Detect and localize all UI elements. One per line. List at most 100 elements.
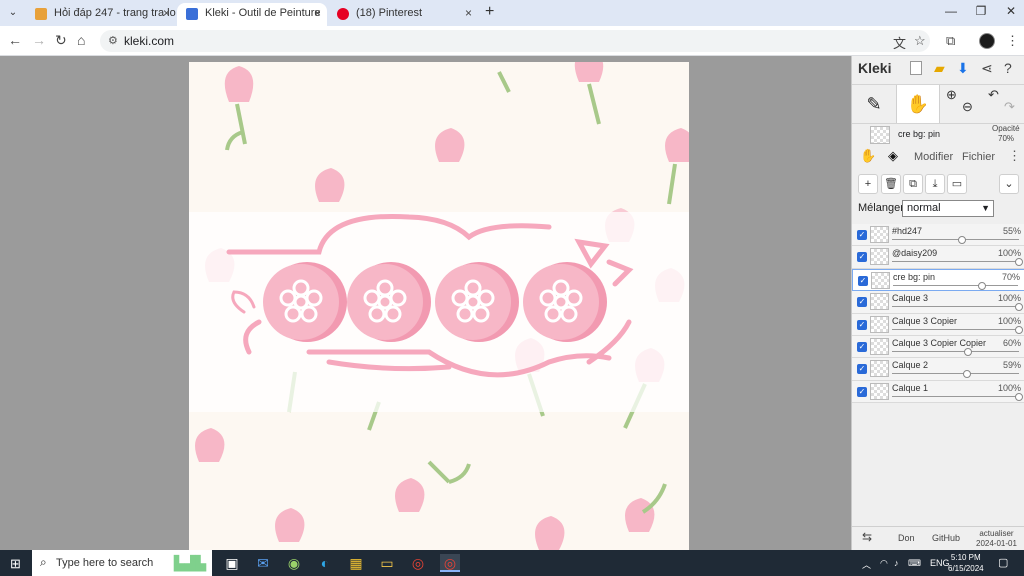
- app-green-icon[interactable]: ◉: [284, 554, 304, 572]
- rename-layer-icon[interactable]: ▭: [947, 174, 967, 194]
- opacity-slider-handle[interactable]: [957, 236, 966, 244]
- close-icon[interactable]: ×: [163, 3, 170, 24]
- bookmark-star-icon[interactable]: ☆: [914, 33, 926, 49]
- opacity-slider-handle[interactable]: [977, 281, 986, 290]
- canvas-workspace[interactable]: [0, 56, 851, 550]
- layer-row[interactable]: ✓ @daisy209 100%: [852, 246, 1024, 269]
- url-text[interactable]: kleki.com: [124, 34, 174, 48]
- download-icon[interactable]: ⬇: [957, 60, 969, 77]
- tab-fichier[interactable]: Fichier: [962, 151, 995, 163]
- wifi-icon[interactable]: ◠: [880, 558, 888, 569]
- layer-row[interactable]: ✓ Calque 1 100%: [852, 380, 1024, 404]
- language-indicator[interactable]: ENG: [930, 558, 950, 568]
- opacity-slider-track[interactable]: [892, 261, 1019, 263]
- windows-start-icon[interactable]: ⊞: [10, 556, 21, 572]
- task-view-icon[interactable]: ▣: [222, 554, 242, 572]
- opacity-slider-track[interactable]: [892, 373, 1019, 375]
- opacity-slider-track[interactable]: [892, 239, 1019, 240]
- brush-tool-icon[interactable]: ✎: [852, 85, 896, 123]
- tab-pinterest[interactable]: (18) Pinterest ×: [328, 3, 478, 26]
- file-explorer-icon[interactable]: ▭: [377, 554, 397, 572]
- close-icon[interactable]: ×: [465, 3, 472, 24]
- swap-icon[interactable]: ⇆: [862, 530, 872, 544]
- chrome-icon[interactable]: ◎: [408, 554, 428, 572]
- volume-icon[interactable]: ♪: [894, 558, 899, 568]
- drawing-canvas[interactable]: [189, 62, 689, 550]
- blend-mode-select[interactable]: normal ▼: [902, 200, 994, 217]
- open-folder-icon[interactable]: ▰: [934, 60, 945, 77]
- visibility-checkbox[interactable]: ✓: [857, 230, 867, 240]
- merge-down-icon[interactable]: ⤓: [925, 174, 945, 194]
- menu-kebab-icon[interactable]: ⋮: [1006, 33, 1019, 49]
- avatar[interactable]: [979, 33, 995, 49]
- visibility-checkbox[interactable]: ✓: [857, 319, 867, 330]
- keyboard-icon[interactable]: ⌨: [908, 558, 921, 569]
- forward-icon[interactable]: →: [32, 32, 46, 48]
- add-layer-icon[interactable]: +: [858, 174, 878, 194]
- opacity-slider-track[interactable]: [893, 284, 1018, 286]
- layers-tab-icon[interactable]: ◈: [888, 148, 898, 164]
- visibility-checkbox[interactable]: ✓: [858, 275, 868, 286]
- layer-row[interactable]: ✓ Calque 3 Copier 100%: [852, 313, 1024, 336]
- chevron-down-icon[interactable]: ⌄: [4, 4, 22, 22]
- donate-link[interactable]: Don: [898, 533, 915, 543]
- address-bar[interactable]: ⚙ kleki.com: [100, 30, 930, 52]
- help-icon[interactable]: ?: [1004, 60, 1012, 76]
- visibility-checkbox[interactable]: ✓: [857, 297, 867, 308]
- notifications-icon[interactable]: ▢: [998, 556, 1008, 569]
- undo-icon[interactable]: ↶: [988, 87, 999, 103]
- opacity-slider-handle[interactable]: [962, 370, 971, 379]
- layer-row[interactable]: ✓ Calque 2 59%: [852, 358, 1024, 381]
- new-image-icon[interactable]: [910, 61, 922, 75]
- home-icon[interactable]: ⌂: [77, 32, 85, 48]
- tab-modifier[interactable]: Modifier: [914, 151, 953, 163]
- back-icon[interactable]: ←: [8, 32, 22, 48]
- zoom-out-icon[interactable]: ⊖: [962, 99, 973, 115]
- store-icon[interactable]: ▦: [346, 554, 366, 572]
- hand-tool-icon[interactable]: ✋: [896, 85, 940, 123]
- opacity-slider-handle[interactable]: [1015, 392, 1023, 401]
- close-icon[interactable]: ×: [314, 3, 321, 24]
- layer-row[interactable]: ✓ Calque 3 100%: [852, 291, 1024, 314]
- tray-chevron-icon[interactable]: ︿: [862, 558, 871, 571]
- update-link[interactable]: actualiser 2024-01-01: [976, 529, 1017, 549]
- tab-hoidap[interactable]: Hỏi đáp 247 - trang tra loi ×: [26, 3, 176, 26]
- opacity-slider-track[interactable]: [892, 395, 1019, 397]
- opacity-slider-handle[interactable]: [1015, 325, 1023, 334]
- opacity-slider-handle[interactable]: [1015, 303, 1023, 312]
- duplicate-layer-icon[interactable]: ⧉: [903, 174, 923, 194]
- opacity-slider-track[interactable]: [892, 350, 1019, 352]
- new-tab-button[interactable]: +: [485, 3, 494, 21]
- chrome-active-icon[interactable]: ◎: [440, 554, 460, 572]
- opacity-slider-track[interactable]: [892, 328, 1019, 330]
- layer-row[interactable]: ✓ #hd247 55%: [852, 224, 1024, 247]
- edge-icon[interactable]: ◐: [315, 554, 335, 572]
- opacity-slider-handle[interactable]: [964, 347, 973, 356]
- github-link[interactable]: GitHub: [932, 533, 960, 543]
- window-close-button[interactable]: ✕: [996, 4, 1024, 18]
- visibility-checkbox[interactable]: ✓: [857, 341, 867, 352]
- layer-row[interactable]: ✓ Calque 3 Copier Copier 60%: [852, 335, 1024, 359]
- delete-layer-icon[interactable]: 🗑: [881, 174, 901, 194]
- extensions-icon[interactable]: ⧉: [946, 33, 955, 49]
- opacity-slider-track[interactable]: [892, 306, 1019, 308]
- redo-icon[interactable]: ↷: [1004, 99, 1015, 115]
- translate-icon[interactable]: 文: [893, 33, 906, 52]
- minimize-button[interactable]: —: [936, 4, 966, 18]
- visibility-checkbox[interactable]: ✓: [857, 364, 867, 375]
- clock[interactable]: 5:10 PM 6/15/2024: [948, 552, 984, 574]
- tab-kleki[interactable]: Kleki - Outil de Peinture ×: [177, 3, 327, 26]
- zoom-in-icon[interactable]: ⊕: [946, 87, 957, 103]
- share-icon[interactable]: ⋖: [981, 60, 993, 77]
- visibility-checkbox[interactable]: ✓: [857, 386, 867, 397]
- more-options-icon[interactable]: ⋮: [1008, 148, 1021, 164]
- visibility-checkbox[interactable]: ✓: [857, 252, 867, 263]
- expand-chevron-icon[interactable]: ⌄: [999, 174, 1019, 194]
- site-info-icon[interactable]: ⚙: [108, 34, 118, 47]
- restore-button[interactable]: ❐: [966, 4, 996, 18]
- mail-icon[interactable]: ✉: [253, 554, 273, 572]
- opacity-slider-handle[interactable]: [1015, 258, 1023, 267]
- reload-icon[interactable]: ↻: [55, 32, 67, 49]
- layer-row[interactable]: ✓ cre bg: pin 70%: [852, 268, 1024, 292]
- hand-tab-icon[interactable]: ✋: [860, 148, 876, 164]
